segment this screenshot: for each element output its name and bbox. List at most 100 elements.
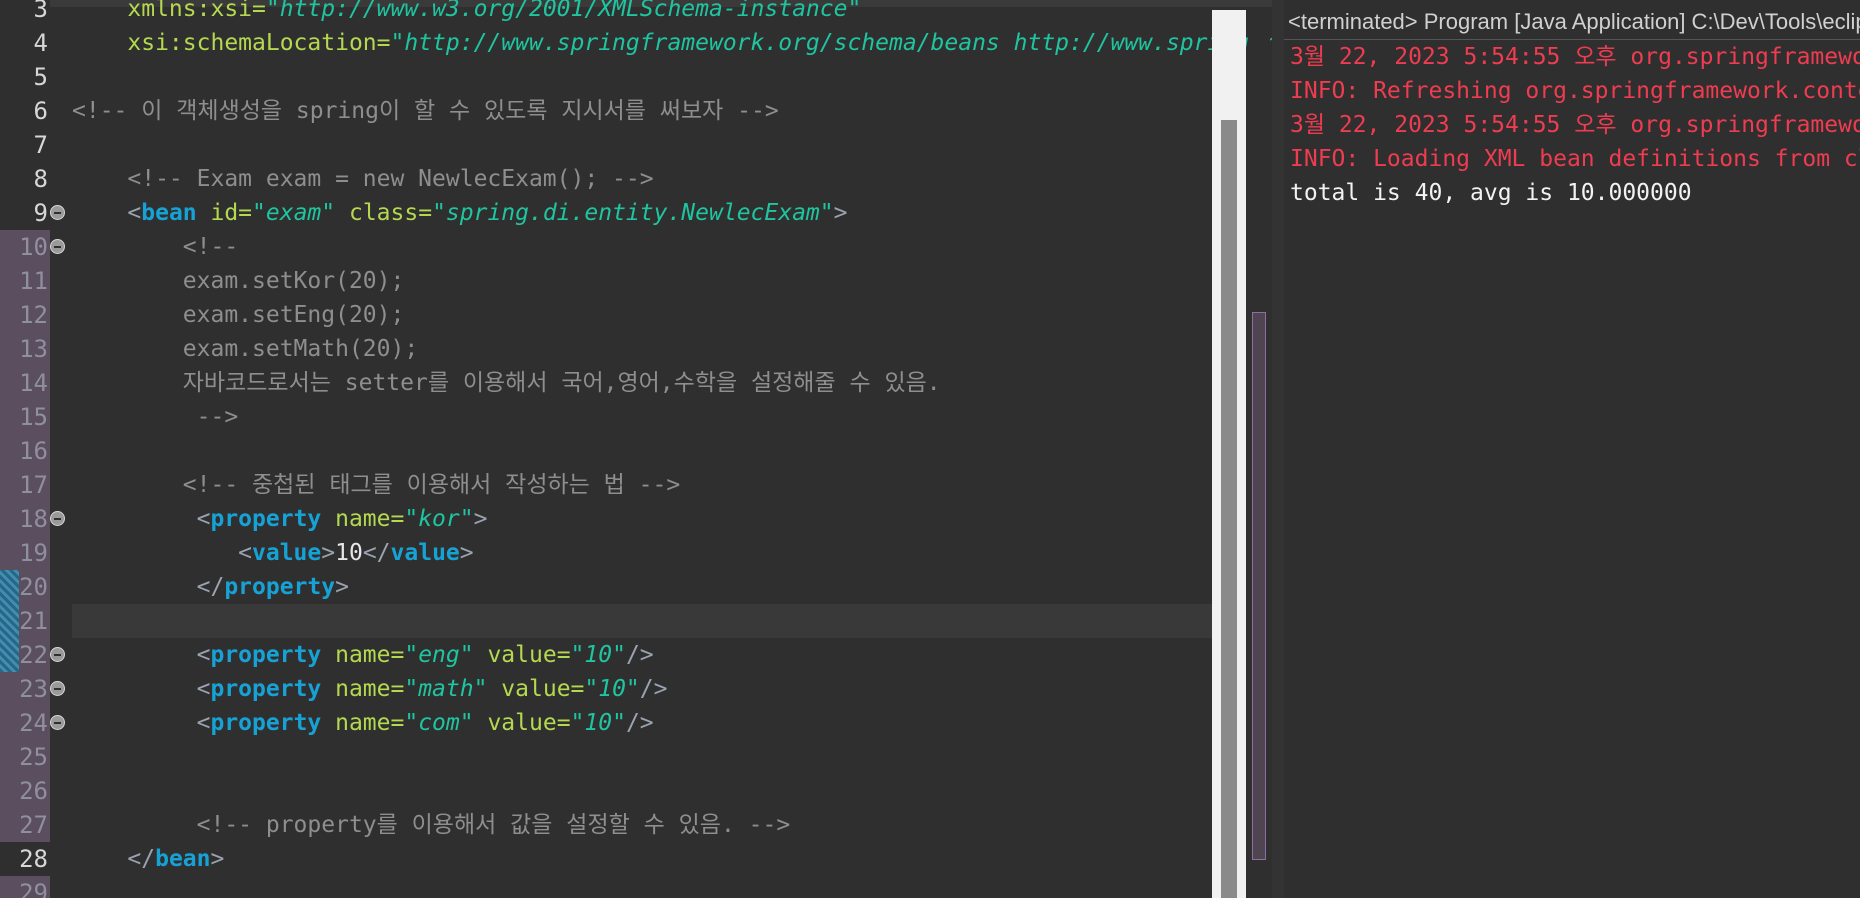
code-token: id=: [196, 200, 253, 226]
fold-toggle-icon[interactable]: [50, 511, 65, 526]
code-token: "com": [404, 710, 474, 736]
code-token: value: [390, 540, 460, 566]
console-line: INFO: Loading XML bean definitions from …: [1290, 146, 1860, 172]
code-line[interactable]: -->: [72, 400, 239, 434]
code-token: "math": [404, 676, 488, 702]
code-line[interactable]: xsi:schemaLocation="http://www.springfra…: [72, 26, 1272, 60]
code-token: "10": [584, 676, 640, 702]
code-token: xmlns:xsi=: [72, 0, 266, 22]
code-token: name=: [321, 506, 405, 532]
fold-toggle-icon[interactable]: [50, 647, 65, 662]
fold-toggle-icon[interactable]: [50, 239, 65, 254]
code-line[interactable]: <property name="com" value="10"/>: [72, 706, 654, 740]
code-token: "kor": [404, 506, 474, 532]
line-number: 11: [0, 264, 50, 298]
code-token: <: [72, 642, 211, 668]
code-token: 자바코드로서는 setter를 이용해서 국어,영어,수학을 설정해줄 수 있음…: [72, 370, 941, 396]
code-token: />: [639, 676, 668, 702]
code-token: name=: [321, 642, 405, 668]
code-token: >: [321, 540, 336, 566]
line-number: 26: [0, 774, 50, 808]
view-splitter[interactable]: [1272, 0, 1284, 898]
code-token: >: [335, 574, 349, 600]
code-line[interactable]: </property>: [72, 570, 349, 604]
code-token: property: [210, 506, 322, 532]
console-view[interactable]: <terminated> Program [Java Application] …: [1284, 0, 1860, 898]
code-token: <: [72, 540, 253, 566]
line-number: 9: [33, 199, 48, 227]
xml-editor[interactable]: 3 4 5 6 7 8 9 10 11 12 13 14 15 16 17 18 19 20 21 22 23 24 25 2…: [0, 0, 1272, 898]
line-number-gutter: 3 4 5 6 7 8 9 10 11 12 13 14 15 16 17 18 19 20 21 22 23 24 25 2…: [0, 0, 50, 898]
line-number: 14: [0, 366, 50, 400]
editor-scroll-thumb[interactable]: [1221, 120, 1237, 898]
code-token: value: [252, 540, 322, 566]
line-number: 12: [0, 298, 50, 332]
line-number: 15: [0, 400, 50, 434]
code-token: "eng": [404, 642, 474, 668]
code-token: <!-- property를 이용해서 값을 설정할 수 있음. -->: [72, 812, 791, 838]
line-number: 16: [0, 434, 50, 468]
code-token: -->: [72, 404, 239, 430]
code-token: "http://www.w3.org/2001/XMLSchema-instan…: [265, 0, 862, 22]
code-line[interactable]: <!--: [72, 230, 238, 264]
code-token: </: [72, 846, 156, 872]
line-number: 28: [19, 845, 48, 873]
code-line[interactable]: <!-- property를 이용해서 값을 설정할 수 있음. -->: [72, 808, 791, 842]
code-area[interactable]: xmlns:xsi="http://www.w3.org/2001/XMLSch…: [72, 0, 1272, 898]
code-token: name=: [321, 710, 405, 736]
line-number: 27: [0, 808, 50, 842]
line-number: 5: [33, 63, 48, 91]
code-token: exam.setKor(20);: [72, 268, 405, 294]
line-number: 8: [33, 165, 48, 193]
code-token: property: [210, 710, 322, 736]
code-line[interactable]: exam.setMath(20);: [72, 332, 418, 366]
fold-toggle-icon[interactable]: [50, 715, 65, 730]
code-line[interactable]: exam.setKor(20);: [72, 264, 405, 298]
code-token: bean: [155, 846, 211, 872]
code-token: property: [210, 676, 322, 702]
code-token: />: [625, 710, 654, 736]
code-line[interactable]: <value>10</value>: [72, 536, 473, 570]
line-number: 13: [0, 332, 50, 366]
line-number: 18: [0, 502, 50, 536]
code-token: exam.setEng(20);: [72, 302, 405, 328]
code-token: value=: [487, 676, 585, 702]
code-line[interactable]: <property name="eng" value="10"/>: [72, 638, 654, 672]
code-token: value=: [473, 642, 571, 668]
line-number: 25: [0, 740, 50, 774]
line-number: 7: [33, 131, 48, 159]
line-number: 29: [0, 876, 50, 898]
code-token: "spring.di.entity.NewlecExam": [432, 200, 834, 226]
code-token: >: [473, 506, 488, 532]
line-number: 6: [33, 97, 48, 125]
console-line: 3월 22, 2023 5:54:55 오후 org.springframewo…: [1290, 44, 1860, 70]
code-line[interactable]: <property name="kor">: [72, 502, 488, 536]
line-number: 4: [33, 29, 48, 57]
code-line[interactable]: xmlns:xsi="http://www.w3.org/2001/XMLSch…: [72, 0, 861, 26]
fold-toggle-icon[interactable]: [50, 681, 65, 696]
code-line[interactable]: <property name="math" value="10"/>: [72, 672, 668, 706]
code-token: >: [210, 846, 225, 872]
change-marker: [0, 570, 19, 672]
code-line[interactable]: exam.setEng(20);: [72, 298, 405, 332]
code-token: <!-- 이 객체생성을 spring이 할 수 있도록 지시서를 써보자 --…: [72, 98, 779, 124]
overview-ruler-marker[interactable]: [1252, 312, 1266, 860]
line-number: 23: [0, 672, 50, 706]
code-line[interactable]: <!-- 이 객체생성을 spring이 할 수 있도록 지시서를 써보자 --…: [72, 94, 779, 128]
code-line[interactable]: <!-- Exam exam = new NewlecExam(); -->: [72, 162, 654, 196]
code-line[interactable]: 자바코드로서는 setter를 이용해서 국어,영어,수학을 설정해줄 수 있음…: [72, 366, 941, 400]
code-token: property: [210, 642, 322, 668]
fold-toggle-icon[interactable]: [50, 205, 65, 220]
code-token: bean: [141, 200, 197, 226]
code-token: <: [72, 200, 142, 226]
code-token: "exam": [252, 200, 336, 226]
code-token: <: [72, 676, 211, 702]
code-token: <!-- 중첩된 태그를 이용해서 작성하는 법 -->: [72, 472, 681, 498]
code-line[interactable]: <!-- 중첩된 태그를 이용해서 작성하는 법 -->: [72, 468, 680, 502]
code-line[interactable]: </bean>: [72, 842, 224, 876]
code-token: "10": [570, 710, 626, 736]
line-number: 19: [0, 536, 50, 570]
code-token: <!-- Exam exam = new NewlecExam(); -->: [72, 166, 654, 192]
code-line[interactable]: <bean id="exam" class="spring.di.entity.…: [72, 196, 847, 230]
code-token: name=: [321, 676, 405, 702]
